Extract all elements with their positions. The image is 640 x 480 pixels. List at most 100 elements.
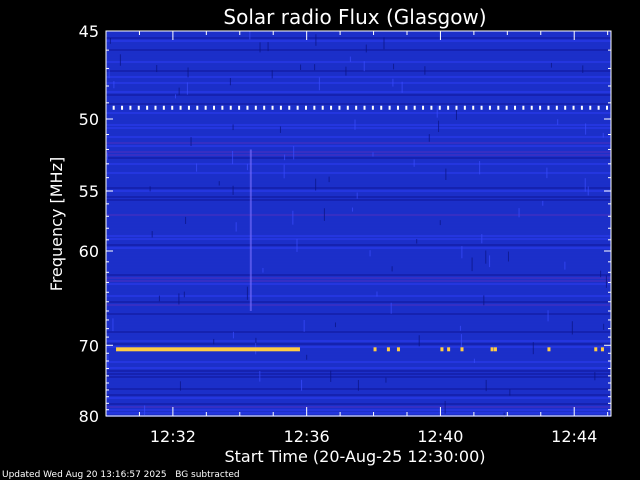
texture-streak [518, 208, 520, 218]
interference-dot [146, 105, 149, 110]
x-tick-label: 12:32 [150, 427, 196, 446]
texture-row [106, 49, 611, 51]
texture-streak [594, 372, 596, 381]
texture-streak [413, 159, 415, 167]
texture-row [106, 235, 611, 237]
texture-row [106, 412, 611, 414]
interference-dot [413, 105, 416, 110]
texture-streak [349, 56, 351, 62]
texture-row [106, 178, 611, 180]
texture-streak [479, 161, 481, 175]
interference-dot [246, 105, 249, 110]
texture-row [106, 277, 611, 279]
texture-streak [363, 61, 365, 72]
texture-row [106, 64, 611, 66]
chart-title: Solar radio Flux (Glasgow) [223, 5, 486, 29]
texture-streak [109, 37, 111, 44]
texture-streak [603, 323, 605, 330]
texture-row [106, 109, 611, 111]
interference-dot [254, 105, 257, 110]
interference-dot [263, 105, 266, 110]
texture-streak [151, 231, 153, 238]
texture-row [106, 292, 611, 294]
texture-row [106, 151, 611, 153]
texture-streak [108, 67, 110, 79]
texture-row [106, 139, 611, 141]
texture-row [106, 190, 611, 192]
interference-dot [505, 105, 508, 110]
texture-row [106, 316, 611, 318]
texture-streak [283, 164, 285, 179]
interference-dot [463, 105, 466, 110]
texture-row [106, 265, 611, 267]
texture-row [106, 133, 611, 135]
texture-streak [300, 64, 302, 70]
texture-row [106, 103, 611, 105]
texture-streak [532, 342, 534, 355]
texture-row [106, 337, 611, 339]
interference-dot [597, 105, 600, 110]
interference-dot [547, 105, 550, 110]
texture-streak [438, 120, 440, 133]
interference-dot [539, 105, 542, 110]
interference-dot [162, 105, 165, 110]
texture-row [106, 94, 611, 96]
texture-row [106, 409, 611, 411]
x-axis-label: Start Time (20-Aug-25 12:30:00) [225, 447, 486, 466]
texture-streak [213, 338, 215, 345]
texture-streak [262, 267, 264, 273]
interference-dot [338, 105, 341, 110]
texture-row [106, 154, 611, 156]
interference-dot [196, 105, 199, 110]
texture-row [106, 43, 611, 45]
texture-row [106, 67, 611, 69]
texture-row [106, 124, 611, 126]
texture-row [106, 79, 611, 81]
texture-row [106, 328, 611, 330]
interference-dot [171, 105, 174, 110]
texture-streak [602, 132, 604, 138]
texture-row [106, 61, 611, 63]
texture-streak [455, 108, 457, 120]
texture-streak [315, 34, 317, 46]
texture-row [106, 121, 611, 123]
texture-row [106, 262, 611, 264]
interference-dot [472, 105, 475, 110]
texture-streak [246, 286, 248, 300]
y-tick-label: 60 [79, 242, 99, 261]
texture-row [106, 247, 611, 249]
interference-dot [187, 105, 190, 110]
texture-streak [186, 82, 188, 95]
texture-row [106, 280, 611, 282]
texture-row [106, 73, 611, 75]
interference-dot [455, 105, 458, 110]
texture-streak [279, 126, 281, 133]
texture-row [106, 289, 611, 291]
interference-dot [279, 105, 282, 110]
texture-streak [246, 163, 248, 171]
texture-streak [587, 186, 589, 196]
texture-streak [229, 77, 231, 86]
texture-streak [292, 210, 294, 225]
texture-streak [356, 192, 358, 199]
y-tick-label: 80 [79, 407, 99, 426]
interference-dot [572, 105, 575, 110]
texture-streak [428, 134, 430, 142]
texture-row [106, 253, 611, 255]
interference-dot [238, 105, 241, 110]
texture-streak [334, 322, 336, 328]
texture-streak [365, 44, 367, 53]
texture-row [106, 196, 611, 198]
texture-row [106, 361, 611, 363]
texture-row [106, 199, 611, 201]
interference-dot [179, 105, 182, 110]
interference-dot [380, 105, 383, 110]
texture-streak [149, 186, 151, 192]
interference-dot [580, 105, 583, 110]
texture-streak [232, 331, 234, 339]
texture-streak [318, 77, 320, 91]
texture-row [106, 172, 611, 174]
texture-row [106, 37, 611, 39]
x-tick-label: 12:40 [417, 427, 463, 446]
texture-row [106, 304, 611, 306]
